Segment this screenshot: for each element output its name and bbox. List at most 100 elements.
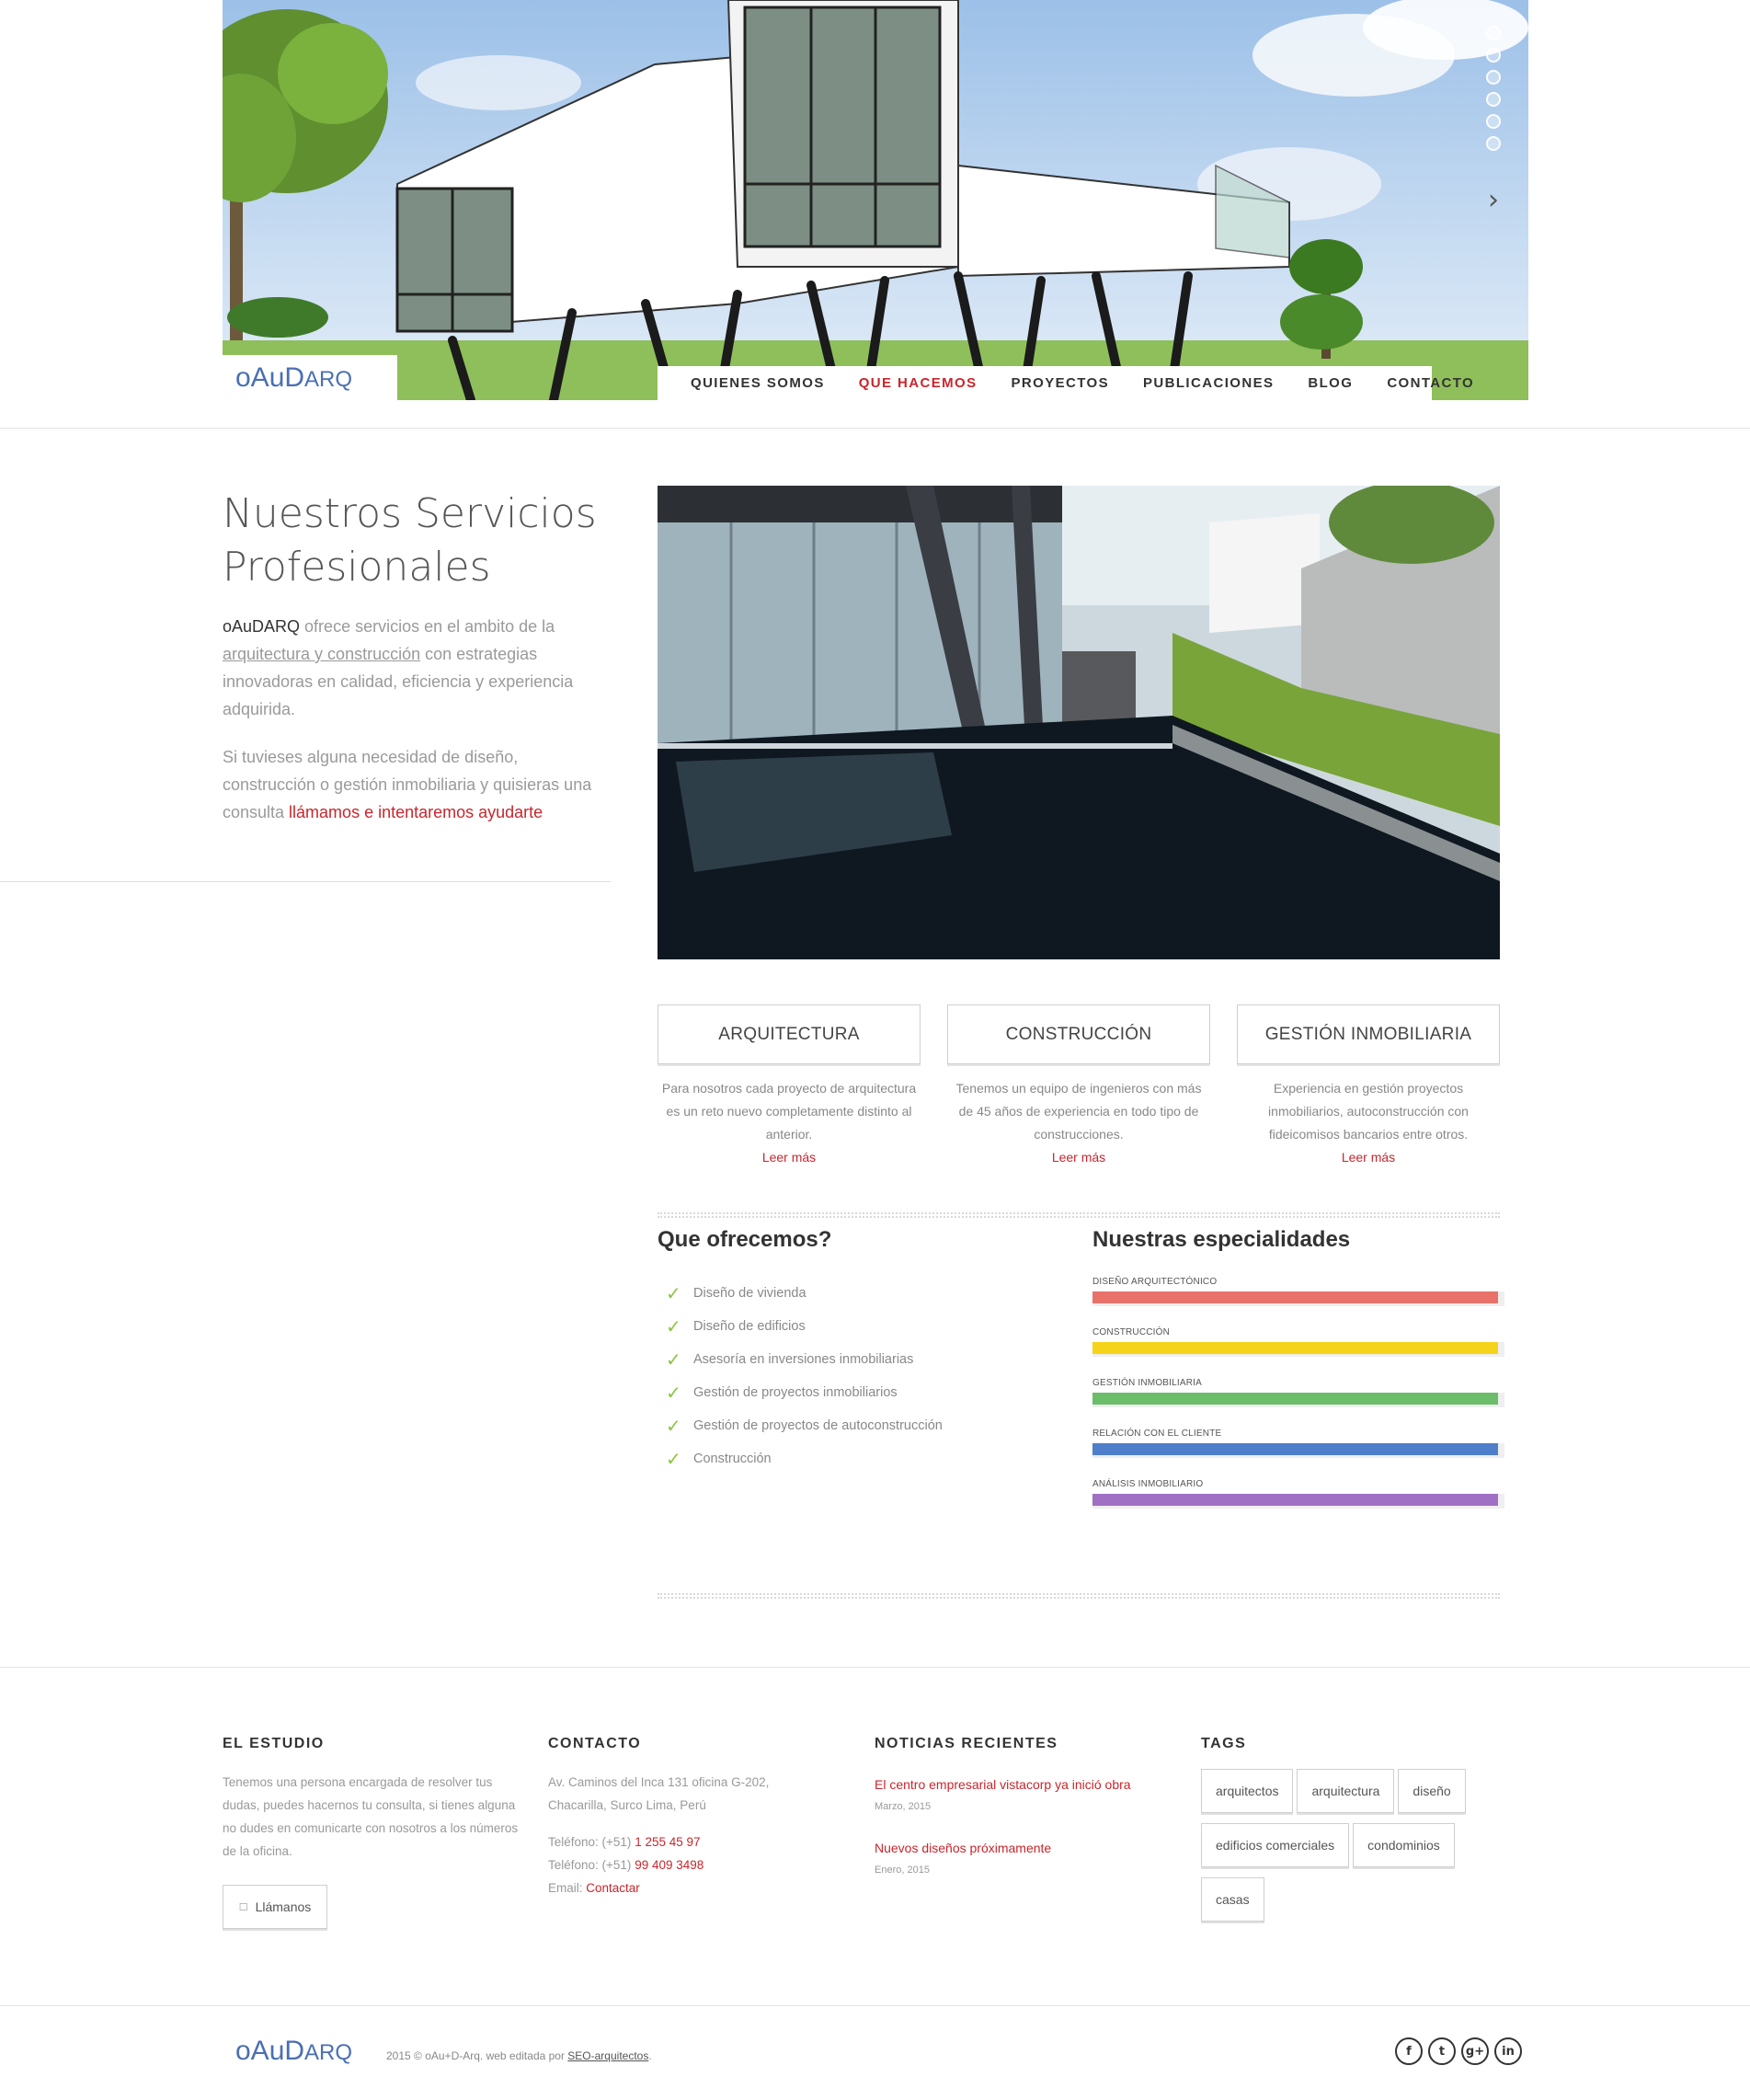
- list-item: ✓ Construcción: [666, 1442, 943, 1475]
- check-icon: ✓: [666, 1282, 681, 1304]
- offer-list: ✓ Diseño de vivienda ✓ Diseño de edificios…: [666, 1277, 943, 1475]
- list-item: ✓ Gestión de proyectos inmobiliarios: [666, 1376, 943, 1409]
- read-more-link[interactable]: Leer más: [1237, 1146, 1500, 1169]
- footer-heading-contacto: CONTACTO: [548, 1736, 642, 1751]
- news-title-link[interactable]: Nuevos diseños próximamente: [875, 1839, 1051, 1857]
- service-title-box[interactable]: ARQUITECTURA: [658, 1004, 921, 1064]
- news-date: Marzo, 2015: [875, 1801, 932, 1812]
- service-title-box[interactable]: CONSTRUCCIÓN: [947, 1004, 1210, 1064]
- offer-item-label: Construcción: [693, 1452, 772, 1466]
- contact-email: Email: Contactar: [548, 1876, 824, 1899]
- brand-name: oAuDARQ: [223, 617, 301, 636]
- email-link[interactable]: Contactar: [586, 1881, 640, 1895]
- skill-label: CONSTRUCCIÓN: [1092, 1327, 1171, 1337]
- skill-bar: RELACIÓN CON EL CLIENTE: [1092, 1429, 1504, 1479]
- intro-divider: [0, 881, 611, 882]
- hero-slider: ›: [223, 0, 1528, 400]
- service-description: Tenemos un equipo de ingenieros con más …: [955, 1081, 1202, 1142]
- slider-dot-3[interactable]: [1486, 70, 1501, 85]
- footer-logo[interactable]: oAuDARQ: [235, 2036, 352, 2067]
- email-label: Email:: [548, 1881, 587, 1895]
- section-divider: [658, 1212, 1500, 1218]
- skills-list: DISEÑO ARQUITECTÓNICO CONSTRUCCIÓN GESTIÓN…: [1092, 1277, 1504, 1530]
- contact-phone-1: Teléfono: (+51) 1 255 45 97: [548, 1830, 824, 1853]
- footer-heading-estudio: EL ESTUDIO: [223, 1736, 325, 1751]
- slider-dot-6[interactable]: [1486, 136, 1501, 151]
- slider-dot-4[interactable]: [1486, 92, 1501, 107]
- seo-arquitectos-link[interactable]: SEO-arquitectos: [567, 2049, 648, 2062]
- service-title-box[interactable]: GESTIÓN INMOBILIARIA: [1237, 1004, 1500, 1064]
- skill-track: [1092, 1494, 1504, 1509]
- slider-dots: [1486, 26, 1501, 151]
- nav-que-hacemos[interactable]: QUE HACEMOS: [859, 375, 978, 391]
- feature-photo: [658, 486, 1500, 959]
- main-nav: QUIENES SOMOS QUE HACEMOS PROYECTOS PUBL…: [658, 366, 1473, 400]
- skill-label: GESTIÓN INMOBILIARIA: [1092, 1378, 1203, 1388]
- tag-casas[interactable]: casas: [1201, 1877, 1264, 1922]
- skill-label: DISEÑO ARQUITECTÓNICO: [1092, 1277, 1218, 1287]
- list-item: ✓ Gestión de proyectos de autoconstrucció…: [666, 1409, 943, 1442]
- offer-item-label: Gestión de proyectos de autoconstrucción: [693, 1418, 943, 1433]
- nav-contacto[interactable]: CONTACTO: [1387, 375, 1474, 391]
- twitter-icon[interactable]: t: [1428, 2037, 1456, 2065]
- skill-bar: ANÁLISIS INMOBILIARIO: [1092, 1479, 1504, 1530]
- read-more-link[interactable]: Leer más: [947, 1146, 1210, 1169]
- facebook-icon[interactable]: f: [1395, 2037, 1423, 2065]
- nav-blog[interactable]: BLOG: [1308, 375, 1353, 391]
- skills-heading: Nuestras especialidades: [1092, 1227, 1351, 1252]
- linkedin-icon[interactable]: in: [1494, 2037, 1522, 2065]
- call-button-label: Llámanos: [255, 1899, 312, 1914]
- estudio-text: Tenemos una persona encargada de resolve…: [223, 1775, 519, 1858]
- copyright-end: .: [648, 2049, 652, 2062]
- skill-track: [1092, 1393, 1504, 1407]
- nav-publicaciones[interactable]: PUBLICACIONES: [1143, 375, 1274, 391]
- skill-fill: [1092, 1443, 1499, 1455]
- intro-contact-paragraph: Si tuvieses alguna necesidad de diseño, …: [223, 743, 609, 826]
- service-description: Para nosotros cada proyecto de arquitect…: [661, 1081, 917, 1142]
- service-construccion: CONSTRUCCIÓN Tenemos un equipo de ingeni…: [947, 1004, 1210, 1169]
- call-button[interactable]: ☐ Llámanos: [223, 1885, 327, 1929]
- check-icon: ✓: [666, 1382, 681, 1404]
- social-links: f t g+ in: [1395, 2037, 1522, 2065]
- call-us-link[interactable]: llámamos e intentaremos ayudarte: [289, 803, 543, 821]
- page-title: Nuestros Servicios Profesionales: [223, 490, 597, 591]
- check-icon: ✓: [666, 1448, 681, 1470]
- site-logo[interactable]: oAuDARQ: [223, 355, 397, 400]
- read-more-link[interactable]: Leer más: [658, 1146, 921, 1169]
- offer-heading: Que ofrecemos?: [658, 1227, 832, 1252]
- tag-arquitectura[interactable]: arquitectura: [1297, 1769, 1395, 1813]
- contact-info: Av. Caminos del Inca 131 oficina G-202, …: [548, 1771, 824, 1899]
- skill-fill: [1092, 1393, 1499, 1405]
- skill-fill: [1092, 1494, 1499, 1506]
- skill-bar: GESTIÓN INMOBILIARIA: [1092, 1378, 1504, 1429]
- offer-item-label: Gestión de proyectos inmobiliarios: [693, 1385, 898, 1400]
- contact-address: Av. Caminos del Inca 131 oficina G-202, …: [548, 1775, 770, 1812]
- news-item: Nuevos diseños próximamente Enero, 2015: [875, 1839, 1051, 1876]
- tag-condominios[interactable]: condominios: [1353, 1823, 1455, 1867]
- logo-text: oAuDARQ: [235, 361, 353, 393]
- skill-track: [1092, 1342, 1504, 1357]
- slider-dot-2[interactable]: [1486, 48, 1501, 63]
- copyright-text: 2015 © oAu+D-Arq. web editada por: [386, 2049, 568, 2062]
- services-link[interactable]: arquitectura y construcción: [223, 645, 420, 663]
- header-divider: [0, 428, 1750, 429]
- check-icon: ✓: [666, 1415, 681, 1437]
- phone-icon: ☐: [238, 1901, 248, 1913]
- phone-link-1[interactable]: 1 255 45 97: [635, 1835, 700, 1849]
- footer-divider: [0, 1667, 1750, 1668]
- service-arquitectura: ARQUITECTURA Para nosotros cada proyecto…: [658, 1004, 921, 1169]
- tag-diseno[interactable]: diseño: [1398, 1769, 1466, 1813]
- phone-label: Teléfono: (+51): [548, 1835, 635, 1849]
- phone-link-2[interactable]: 99 409 3498: [635, 1858, 703, 1872]
- skill-label: RELACIÓN CON EL CLIENTE: [1092, 1429, 1222, 1439]
- slider-dot-5[interactable]: [1486, 114, 1501, 129]
- tag-arquitectos[interactable]: arquitectos: [1201, 1769, 1294, 1813]
- slider-dot-1[interactable]: [1486, 26, 1501, 40]
- intro-paragraph: oAuDARQ ofrece servicios en el ambito de…: [223, 613, 609, 723]
- news-title-link[interactable]: El centro empresarial vistacorp ya inici…: [875, 1775, 1131, 1794]
- nav-quienes-somos[interactable]: QUIENES SOMOS: [691, 375, 825, 391]
- tag-edificios-comerciales[interactable]: edificios comerciales: [1201, 1823, 1350, 1867]
- nav-proyectos[interactable]: PROYECTOS: [1011, 375, 1109, 391]
- chevron-right-icon[interactable]: ›: [1488, 184, 1499, 216]
- google-plus-icon[interactable]: g+: [1461, 2037, 1489, 2065]
